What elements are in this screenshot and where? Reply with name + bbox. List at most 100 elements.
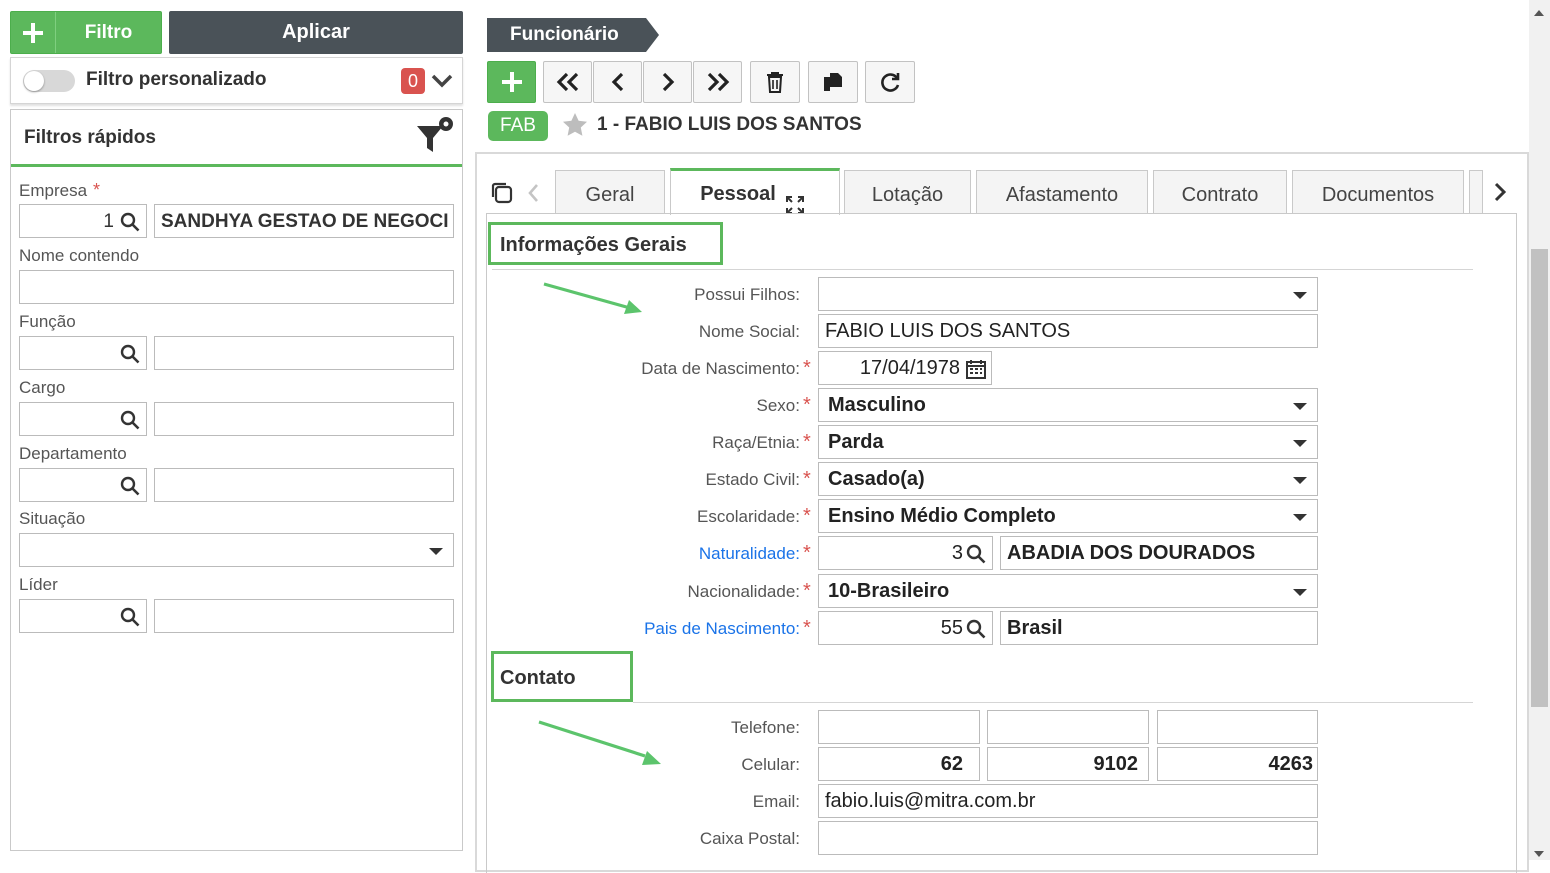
quick-filters-header: Filtros rápidos bbox=[11, 110, 462, 167]
sexo-label: Sexo: bbox=[756, 396, 800, 415]
search-icon[interactable] bbox=[120, 410, 140, 435]
annotation-arrow-icon bbox=[535, 716, 665, 773]
funcao-name-input[interactable] bbox=[154, 336, 454, 370]
tab-afastamento[interactable]: Afastamento bbox=[976, 170, 1148, 214]
tabs-scroll-left-icon[interactable] bbox=[526, 182, 542, 209]
cargo-code-input[interactable] bbox=[19, 402, 147, 436]
search-icon[interactable] bbox=[120, 212, 140, 237]
cargo-name-input[interactable] bbox=[154, 402, 454, 436]
search-icon[interactable] bbox=[120, 607, 140, 632]
custom-filter-toggle[interactable] bbox=[23, 70, 75, 92]
search-icon[interactable] bbox=[966, 544, 986, 569]
raca-select[interactable]: Parda bbox=[818, 425, 1318, 459]
naturalidade-name-input[interactable]: ABADIA DOS DOURADOS bbox=[1000, 536, 1318, 570]
filter-settings-icon[interactable] bbox=[414, 116, 456, 163]
nome-social-input[interactable]: FABIO LUIS DOS SANTOS bbox=[818, 314, 1318, 348]
naturalidade-link[interactable]: Naturalidade: bbox=[699, 544, 800, 564]
tab-partial[interactable] bbox=[1469, 170, 1483, 214]
naturalidade-code-input[interactable]: 3 bbox=[818, 536, 993, 570]
possui-filhos-label: Possui Filhos: bbox=[694, 285, 800, 304]
duplicate-window-icon[interactable] bbox=[489, 180, 515, 211]
tab-documentos[interactable]: Documentos bbox=[1292, 170, 1464, 214]
celular-prefix-input[interactable]: 9102 bbox=[987, 747, 1149, 781]
departamento-code-input[interactable] bbox=[19, 468, 147, 502]
escolaridade-label: Escolaridade: bbox=[696, 507, 800, 526]
delete-button[interactable] bbox=[750, 61, 800, 103]
breadcrumb: Funcionário bbox=[487, 18, 659, 52]
nome-contendo-label: Nome contendo bbox=[19, 246, 140, 265]
escolaridade-select[interactable]: Ensino Médio Completo bbox=[818, 499, 1318, 533]
search-icon[interactable] bbox=[966, 619, 986, 644]
last-record-button[interactable] bbox=[693, 61, 742, 103]
required-asterisk: * bbox=[803, 468, 811, 490]
departamento-name-input[interactable] bbox=[154, 468, 454, 502]
tab-pessoal[interactable]: Pessoal bbox=[670, 168, 840, 215]
calendar-icon[interactable] bbox=[966, 359, 986, 384]
scrollbar-thumb[interactable] bbox=[1531, 249, 1548, 707]
refresh-button[interactable] bbox=[865, 61, 915, 103]
caixa-postal-input[interactable] bbox=[818, 821, 1318, 855]
celular-suffix-input[interactable]: 4263 bbox=[1157, 747, 1318, 781]
tab-geral[interactable]: Geral bbox=[555, 170, 665, 214]
scroll-down-icon[interactable] bbox=[1533, 846, 1545, 864]
first-record-button[interactable] bbox=[543, 61, 592, 103]
add-record-button[interactable] bbox=[487, 61, 536, 103]
required-asterisk: * bbox=[803, 357, 811, 379]
email-input[interactable]: fabio.luis@mitra.com.br bbox=[818, 784, 1318, 818]
dropdown-arrow-icon bbox=[1293, 477, 1307, 484]
situacao-select[interactable] bbox=[19, 533, 454, 567]
annotation-arrow-icon bbox=[540, 278, 650, 323]
tab-contrato[interactable]: Contrato bbox=[1153, 170, 1287, 214]
filter-button[interactable]: Filtro bbox=[10, 11, 162, 54]
search-icon[interactable] bbox=[120, 344, 140, 369]
pais-name-input[interactable]: Brasil bbox=[1000, 611, 1318, 645]
departamento-label: Departamento bbox=[19, 444, 127, 463]
cargo-label: Cargo bbox=[19, 378, 66, 397]
required-asterisk: * bbox=[803, 505, 811, 527]
previous-record-button[interactable] bbox=[593, 61, 642, 103]
required-asterisk: * bbox=[803, 431, 811, 453]
pais-nascimento-link[interactable]: Pais de Nascimento: bbox=[644, 619, 800, 639]
estado-civil-label: Estado Civil: bbox=[705, 470, 800, 489]
dropdown-arrow-icon bbox=[1293, 514, 1307, 521]
pais-code-input[interactable]: 55 bbox=[818, 611, 993, 645]
general-section-divider-left bbox=[492, 269, 727, 270]
nacionalidade-select[interactable]: 10-Brasileiro bbox=[818, 574, 1318, 608]
expand-icon[interactable] bbox=[785, 186, 805, 232]
double-chevron-left-icon bbox=[556, 72, 578, 92]
dropdown-arrow-icon bbox=[1293, 403, 1307, 410]
apply-button[interactable]: Aplicar bbox=[169, 11, 463, 54]
funcao-code-input[interactable] bbox=[19, 336, 147, 370]
lider-name-input[interactable] bbox=[154, 599, 454, 633]
search-icon[interactable] bbox=[120, 476, 140, 501]
tab-lotacao[interactable]: Lotação bbox=[844, 170, 971, 214]
dropdown-arrow-icon bbox=[429, 548, 443, 555]
chevron-down-icon[interactable] bbox=[430, 70, 454, 97]
data-nascimento-input[interactable]: 17/04/1978 bbox=[818, 351, 992, 385]
caixa-postal-label: Caixa Postal: bbox=[699, 829, 800, 848]
next-record-button[interactable] bbox=[643, 61, 692, 103]
empresa-code-input[interactable]: 1 bbox=[19, 204, 147, 238]
star-icon[interactable] bbox=[562, 112, 588, 142]
possui-filhos-select[interactable] bbox=[818, 277, 1318, 311]
tab-divider bbox=[486, 213, 1517, 214]
custom-filter-row: Filtro personalizado 0 bbox=[10, 57, 463, 104]
celular-ddd-input[interactable]: 62 bbox=[818, 747, 980, 781]
trash-icon bbox=[767, 72, 783, 93]
lider-code-input[interactable] bbox=[19, 599, 147, 633]
scroll-up-icon[interactable] bbox=[1533, 5, 1545, 23]
sexo-select[interactable]: Masculino bbox=[818, 388, 1318, 422]
record-badge: FAB bbox=[488, 111, 548, 141]
telefone-ddd-input[interactable] bbox=[818, 710, 980, 744]
telefone-suffix-input[interactable] bbox=[1157, 710, 1318, 744]
estado-civil-select[interactable]: Casado(a) bbox=[818, 462, 1318, 496]
empresa-name-input[interactable]: SANDHYA GESTAO DE NEGOCIOS bbox=[154, 204, 454, 238]
required-asterisk: * bbox=[803, 394, 811, 416]
double-chevron-right-icon bbox=[707, 72, 729, 92]
copy-button[interactable] bbox=[808, 61, 858, 103]
nome-contendo-input[interactable] bbox=[19, 270, 454, 304]
tabs-scroll-right-icon[interactable] bbox=[1490, 181, 1514, 205]
plus-icon bbox=[501, 72, 522, 92]
telefone-prefix-input[interactable] bbox=[987, 710, 1149, 744]
dropdown-arrow-icon bbox=[1293, 440, 1307, 447]
